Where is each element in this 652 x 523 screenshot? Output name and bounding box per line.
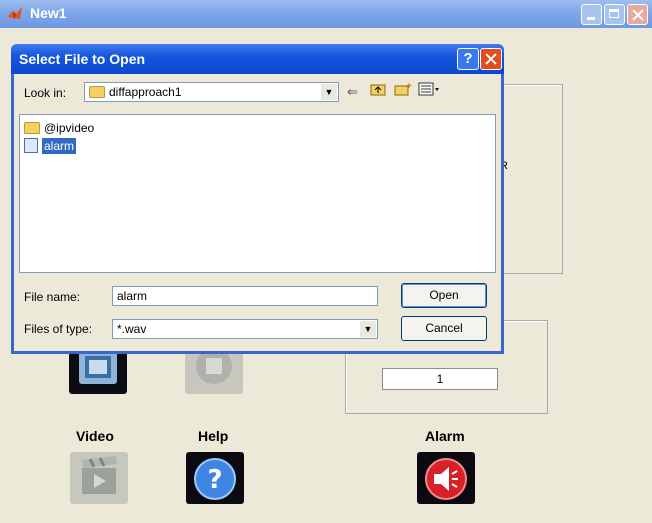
chevron-down-icon[interactable]: ▼	[360, 321, 376, 337]
chevron-down-icon[interactable]: ▼	[321, 84, 337, 100]
close-button[interactable]	[627, 4, 648, 25]
file-name: alarm	[42, 138, 77, 154]
files-of-type-label: Files of type:	[24, 322, 93, 336]
video-button[interactable]	[70, 452, 128, 504]
select-file-dialog: Select File to Open ? Look in: diffappro…	[11, 44, 504, 354]
help-button[interactable]: ?	[186, 452, 244, 504]
minimize-button[interactable]	[581, 4, 602, 25]
dialog-titlebar[interactable]: Select File to Open ?	[11, 44, 504, 74]
alarm-button[interactable]	[417, 452, 475, 504]
file-name-label: File name:	[24, 290, 81, 304]
files-of-type-value: *.wav	[117, 322, 147, 336]
look-in-label: Look in:	[24, 86, 67, 100]
question-mark-icon: ?	[194, 458, 236, 500]
view-menu-icon[interactable]	[418, 82, 440, 99]
dialog-close-button[interactable]	[480, 48, 502, 70]
dialog-body: Look in: diffapproach1 ▼ ⇐ @ipvideo alar…	[14, 74, 501, 351]
matlab-logo-icon	[7, 7, 22, 20]
new-folder-icon[interactable]	[394, 82, 412, 99]
dialog-help-button[interactable]: ?	[457, 48, 479, 70]
open-button[interactable]: Open	[401, 283, 487, 308]
help-label: Help	[198, 428, 229, 444]
value-field[interactable]: 1	[382, 368, 498, 390]
back-arrow-icon[interactable]: ⇐	[347, 84, 358, 100]
files-of-type-dropdown[interactable]: *.wav ▼	[112, 319, 378, 339]
cancel-button[interactable]: Cancel	[401, 316, 487, 341]
dialog-title: Select File to Open	[19, 51, 146, 67]
main-window-titlebar[interactable]: New1	[0, 0, 652, 28]
file-name-input[interactable]: alarm	[112, 286, 378, 306]
video-clapper-icon	[82, 456, 117, 494]
look-in-dropdown[interactable]: diffapproach1 ▼	[84, 82, 339, 102]
look-in-value: diffapproach1	[109, 85, 182, 99]
maximize-button[interactable]	[604, 4, 625, 25]
folder-icon	[89, 86, 105, 98]
right-panel-top	[498, 84, 563, 274]
alarm-label: Alarm	[425, 428, 465, 444]
main-window-title: New1	[30, 5, 67, 21]
folder-icon	[24, 122, 40, 134]
svg-text:?: ?	[207, 465, 222, 495]
wav-file-icon	[24, 138, 38, 153]
video-label: Video	[76, 428, 114, 444]
speaker-icon	[425, 458, 467, 500]
file-list[interactable]: @ipvideo alarm	[19, 114, 496, 273]
file-name: @ipvideo	[44, 121, 95, 135]
up-folder-icon[interactable]	[370, 82, 386, 99]
